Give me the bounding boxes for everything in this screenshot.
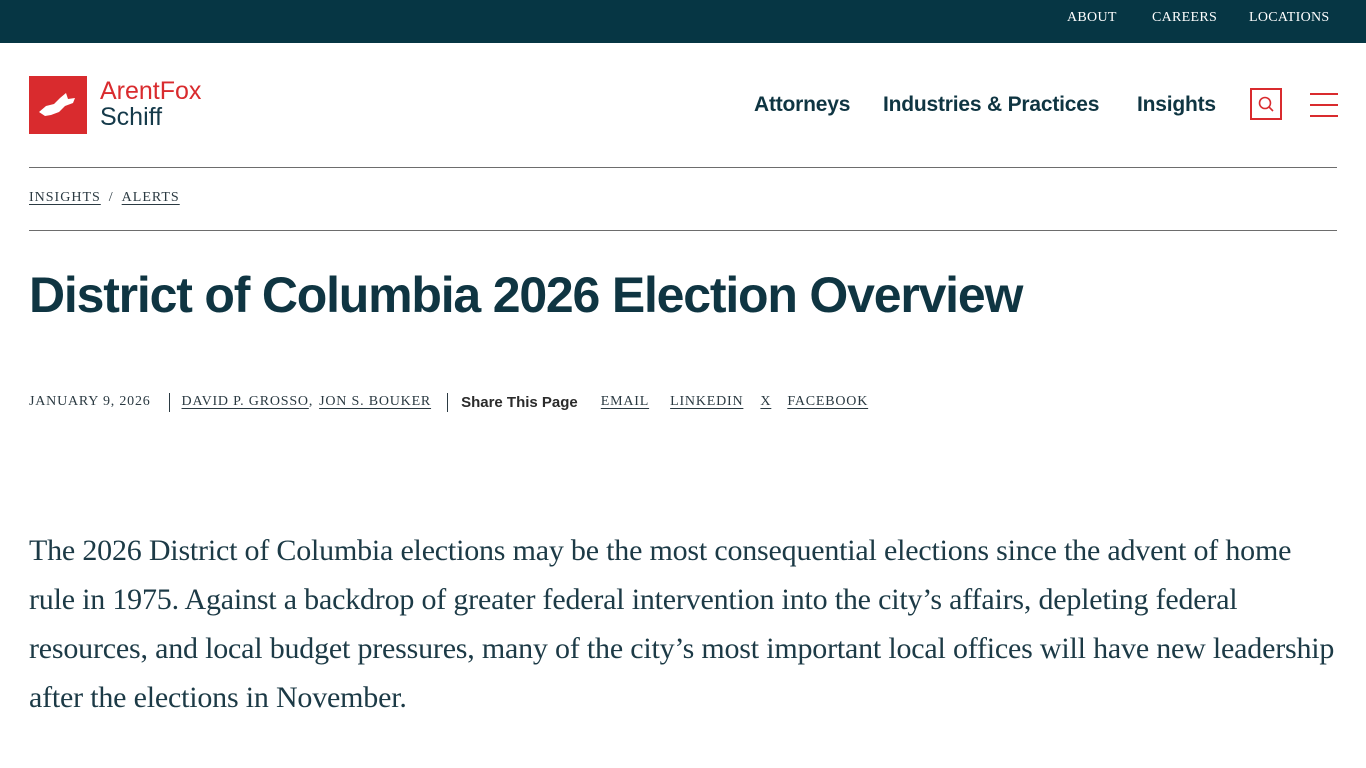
- breadcrumb-alerts-link[interactable]: ALERTS: [122, 190, 180, 205]
- share-x-link[interactable]: X: [760, 394, 771, 410]
- search-icon: [1258, 96, 1274, 112]
- author-separator: ,: [308, 394, 314, 409]
- nav-careers-link[interactable]: CAREERS: [1152, 10, 1217, 26]
- share-linkedin-link[interactable]: LINKEDIN: [670, 394, 743, 410]
- share-label: Share This Page: [461, 393, 578, 411]
- breadcrumb: INSIGHTS / ALERTS: [29, 190, 180, 206]
- publish-date: JANUARY 9, 2026: [29, 394, 151, 409]
- share-facebook-link[interactable]: FACEBOOK: [787, 394, 868, 410]
- hamburger-menu-icon[interactable]: [1310, 92, 1338, 118]
- nav-industries-practices-link[interactable]: Industries & Practices: [883, 93, 1099, 117]
- nav-insights-link[interactable]: Insights: [1137, 93, 1216, 117]
- author-link[interactable]: JON S. BOUKER: [319, 394, 431, 410]
- share-email-link[interactable]: EMAIL: [601, 394, 649, 410]
- brand-name-line1: ArentFox: [100, 77, 202, 105]
- nav-attorneys-link[interactable]: Attorneys: [754, 93, 850, 117]
- nav-locations-link[interactable]: LOCATIONS: [1249, 10, 1329, 26]
- page-title: District of Columbia 2026 Election Overv…: [29, 267, 1023, 323]
- search-button[interactable]: [1250, 88, 1282, 120]
- fox-logo-icon[interactable]: [29, 76, 87, 134]
- article-lead-paragraph: The 2026 District of Columbia elections …: [29, 534, 1335, 714]
- breadcrumb-separator: /: [108, 190, 114, 205]
- article-meta: JANUARY 9, 2026 DAVID P. GROSSO , JON S.…: [29, 391, 868, 413]
- utility-bar: ABOUT CAREERS LOCATIONS: [0, 0, 1366, 43]
- breadcrumb-insights-link[interactable]: INSIGHTS: [29, 190, 101, 205]
- brand-logo[interactable]: ArentFox Schiff: [100, 78, 201, 130]
- header-divider: [29, 167, 1337, 168]
- brand-name-line2: Schiff: [100, 103, 163, 131]
- breadcrumb-divider: [29, 230, 1337, 231]
- meta-divider: [447, 392, 449, 412]
- author-link[interactable]: DAVID P. GROSSO: [182, 394, 309, 410]
- meta-divider: [168, 392, 170, 412]
- nav-about-link[interactable]: ABOUT: [1067, 10, 1117, 26]
